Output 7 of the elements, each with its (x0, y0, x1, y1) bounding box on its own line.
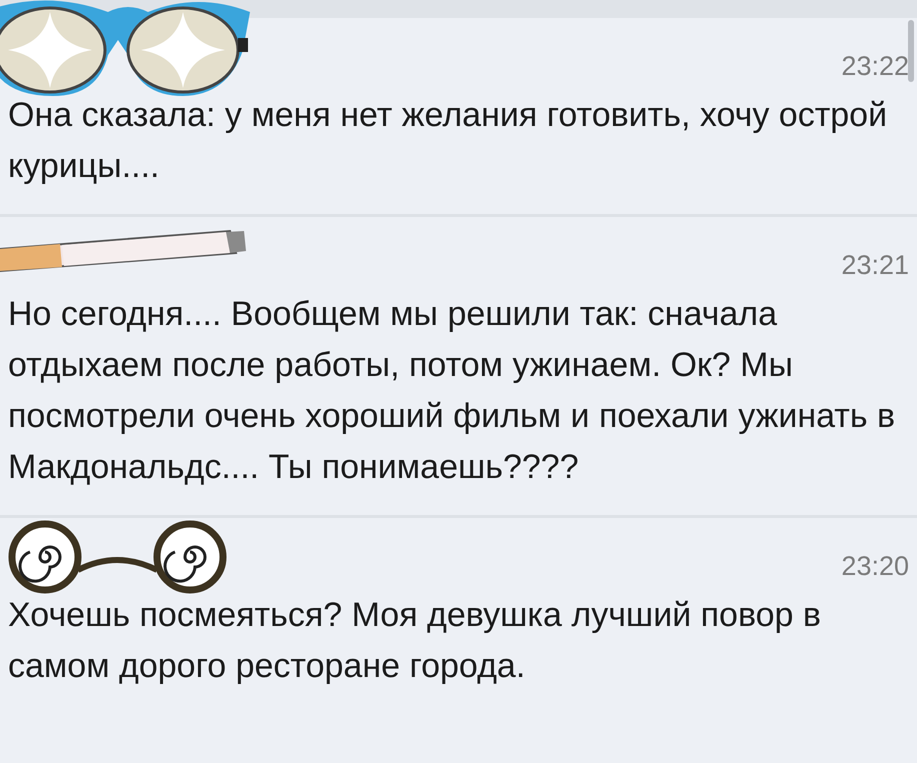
message-text: Хочешь посмеяться? Моя девушка лучший повор в самом дорого ресторане города. (8, 595, 822, 687)
message-text: Но сегодня.... Вообщем мы решили так: сначала отдыхаем после работы, потом ужинаем. Ок? Мы посмотрели очень хороший фильм и поехали ужинать в Макдональдс.... Ты понимаешь???? (8, 294, 896, 488)
scrollbar[interactable] (908, 20, 914, 82)
message-text: Она сказала: у меня нет желания готовить, хочу острой курицы.... (8, 95, 888, 187)
message-time: 23:21 (841, 248, 909, 282)
message-time: 23:22 (841, 50, 909, 82)
message-time: 23:20 (841, 550, 909, 582)
